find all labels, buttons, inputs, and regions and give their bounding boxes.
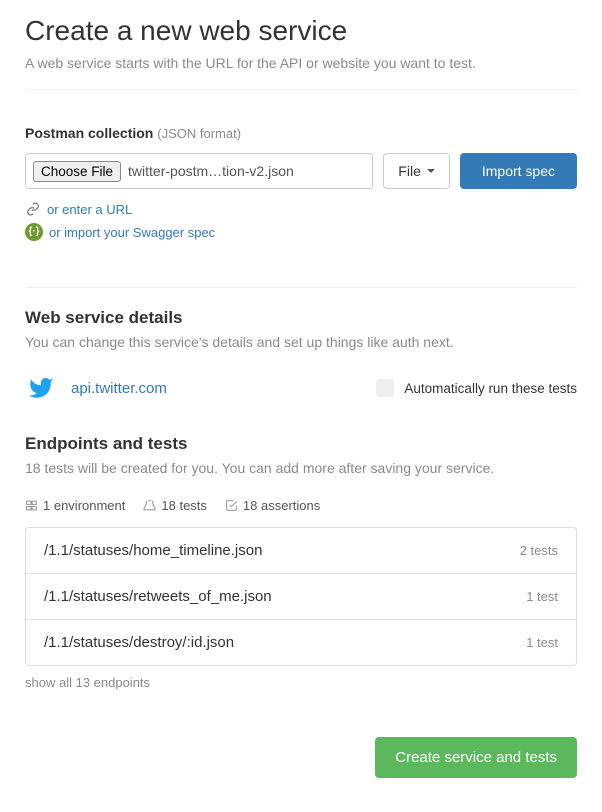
import-swagger-link[interactable]: or import your Swagger spec [49,225,215,240]
link-icon [25,201,41,217]
endpoint-item[interactable]: /1.1/statuses/destroy/:id.json 1 test [26,620,576,665]
tests-icon [143,499,156,512]
chosen-filename: twitter-postm…tion-v2.json [128,163,372,179]
service-url-link[interactable]: api.twitter.com [71,380,167,397]
show-all-endpoints-link[interactable]: show all 13 endpoints [25,675,150,690]
endpoint-count: 2 tests [520,543,558,558]
endpoint-path: /1.1/statuses/destroy/:id.json [44,634,234,651]
file-input[interactable]: Choose File twitter-postm…tion-v2.json [25,153,373,189]
create-service-button[interactable]: Create service and tests [375,737,577,778]
chevron-down-icon [427,169,435,173]
postman-hint: (JSON format) [157,126,241,141]
divider [25,287,577,288]
endpoint-count: 1 test [526,589,558,604]
endpoint-path: /1.1/statuses/home_timeline.json [44,542,262,559]
stat-tests: 18 tests [161,498,207,513]
file-type-label: File [398,163,421,179]
file-type-dropdown[interactable]: File [383,153,450,189]
enter-url-link[interactable]: or enter a URL [47,202,132,217]
swagger-icon: {·} [25,223,43,241]
auto-run-label: Automatically run these tests [404,381,577,396]
endpoint-list: /1.1/statuses/home_timeline.json 2 tests… [25,527,577,666]
environment-icon [25,499,38,512]
endpoint-path: /1.1/statuses/retweets_of_me.json [44,588,272,605]
endpoint-count: 1 test [526,635,558,650]
details-desc: You can change this service's details an… [25,334,577,350]
twitter-icon [25,372,57,404]
page-subtitle: A web service starts with the URL for th… [25,55,577,71]
endpoints-title: Endpoints and tests [25,434,577,454]
endpoints-desc: 18 tests will be created for you. You ca… [25,460,577,476]
page-title: Create a new web service [25,15,577,47]
endpoint-item[interactable]: /1.1/statuses/home_timeline.json 2 tests [26,528,576,574]
stat-assertions: 18 assertions [243,498,320,513]
auto-run-checkbox[interactable] [376,379,394,397]
postman-label: Postman collection (JSON format) [25,125,577,141]
import-spec-button[interactable]: Import spec [460,153,577,189]
divider [25,89,577,90]
stat-environment: 1 environment [43,498,125,513]
assertions-icon [225,499,238,512]
choose-file-button[interactable]: Choose File [33,161,121,182]
endpoint-item[interactable]: /1.1/statuses/retweets_of_me.json 1 test [26,574,576,620]
details-title: Web service details [25,308,577,328]
postman-label-text: Postman collection [25,125,153,141]
